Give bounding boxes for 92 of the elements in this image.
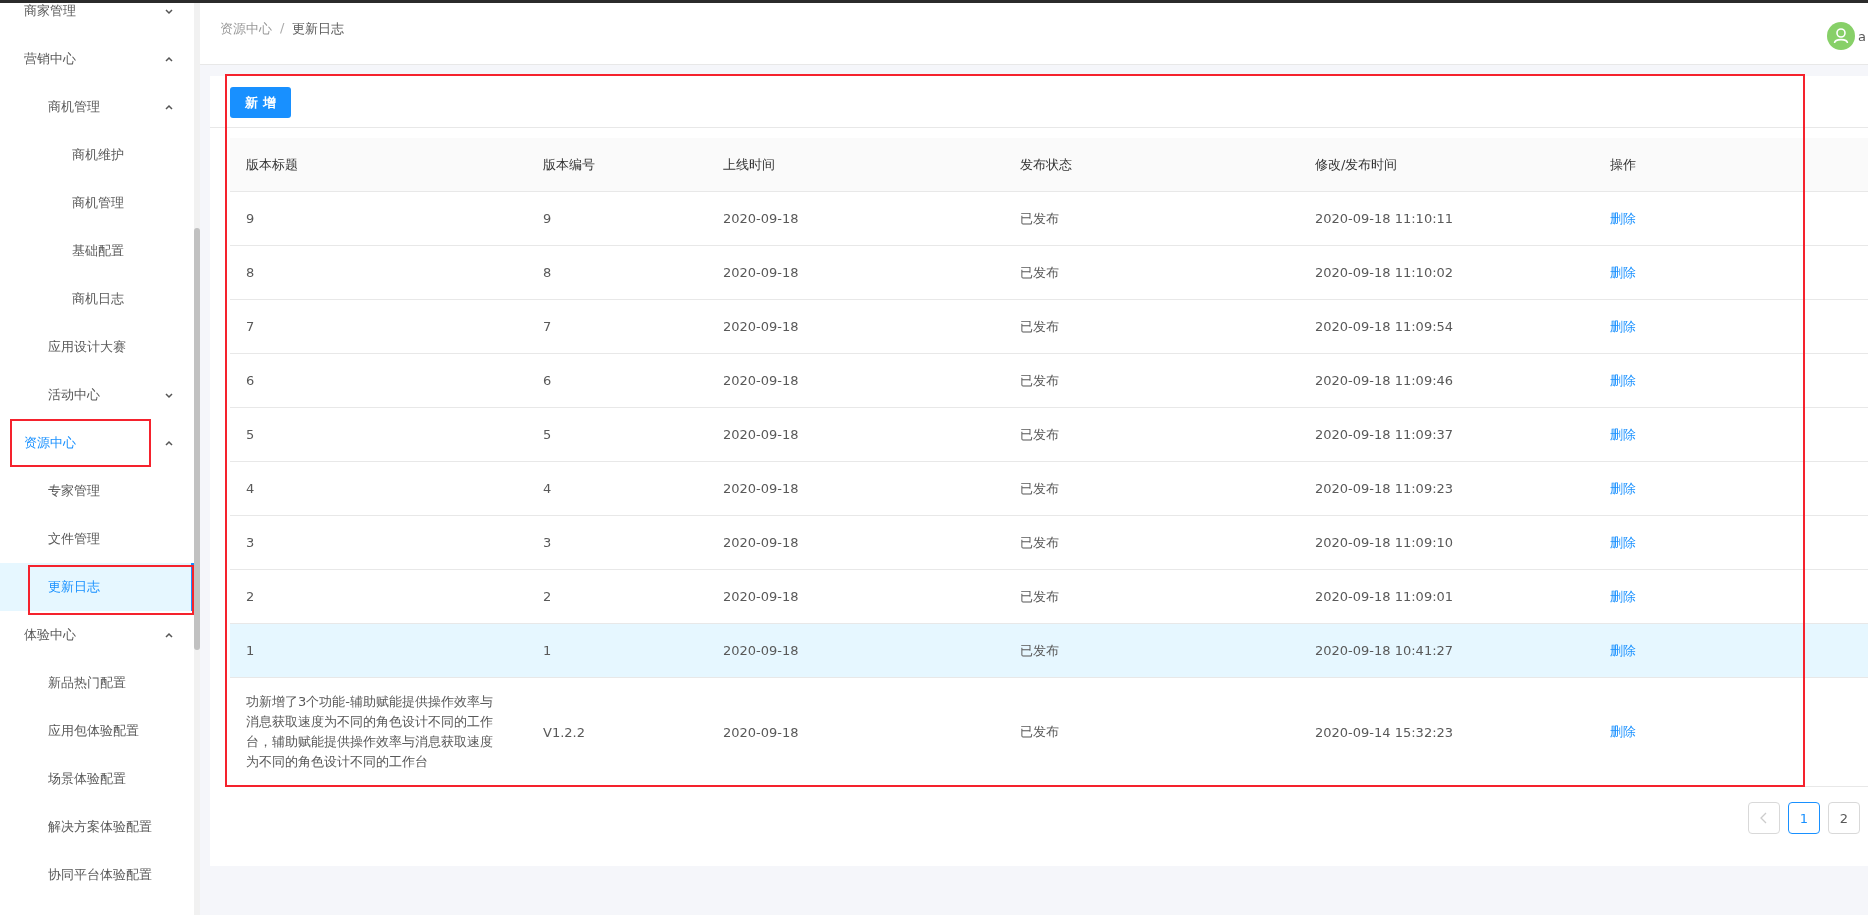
table-row[interactable]: 4 4 2020-09-18 已发布 2020-09-18 11:09:23 删除 <box>230 461 1868 516</box>
table-cell: 2020-09-18 11:09:10 <box>1315 535 1454 550</box>
column-header: 发布状态 <box>1004 138 1299 192</box>
scrollbar[interactable] <box>194 3 200 915</box>
table-cell: 2020-09-18 <box>723 211 799 226</box>
table-cell-text: 6 <box>246 371 256 390</box>
breadcrumb-item: 更新日志 <box>292 20 345 38</box>
table-cell: 6 <box>543 373 552 388</box>
table-cell: V1.2.2 <box>543 724 585 740</box>
sidebar-item[interactable]: 体验中心 <box>0 611 194 659</box>
table-cell: 9 <box>543 211 552 226</box>
table-cell-text: 8 <box>246 263 256 282</box>
table-row[interactable]: 6 6 2020-09-18 已发布 2020-09-18 11:09:46 删除 <box>230 353 1868 408</box>
table-cell: 2020-09-18 <box>723 427 799 442</box>
sidebar-item[interactable]: 营销中心 <box>0 35 194 83</box>
table-cell: 1 <box>543 643 552 658</box>
table-cell: 2020-09-18 11:09:23 <box>1315 481 1454 496</box>
table-cell: 8 <box>543 265 552 280</box>
sidebar-item[interactable]: 商机管理 <box>0 179 194 227</box>
table-cell: 已发布 <box>1020 588 1059 604</box>
table-cell: 2 <box>543 589 552 604</box>
table-cell-text: 5 <box>246 425 256 444</box>
table-cell: 已发布 <box>1020 480 1059 496</box>
table-row[interactable]: 8 8 2020-09-18 已发布 2020-09-18 11:10:02 删除 <box>230 245 1868 300</box>
table-cell: 已发布 <box>1020 426 1059 442</box>
sidebar-item[interactable]: 基础配置 <box>0 227 194 275</box>
table-cell-text: 功新增了3个功能-辅助赋能提供操作效率与消息获取速度为不同的角色设计不同的工作台，辅助赋能提供操作效率与消息获取速度为不同的角色设计不同的工作台 <box>246 693 494 771</box>
sidebar-item[interactable]: 应用设计大赛 <box>0 323 194 371</box>
table-cell-text: 2 <box>246 587 256 606</box>
table-cell: 已发布 <box>1020 318 1059 334</box>
table-cell: 2020-09-18 <box>723 481 799 496</box>
table-cell-text: 3 <box>246 533 256 552</box>
table-cell-text: 4 <box>246 479 256 498</box>
sidebar-item[interactable]: 协同平台体验配置 <box>0 851 194 899</box>
column-header: 操作 <box>1594 138 1868 192</box>
sidebar-item[interactable]: 商家管理 <box>0 3 194 35</box>
sidebar-item[interactable]: 新品热门配置 <box>0 659 194 707</box>
column-header: 版本编号 <box>527 138 707 192</box>
sidebar-item[interactable]: 场景体验配置 <box>0 755 194 803</box>
breadcrumb-separator: / <box>280 20 285 37</box>
sidebar-item[interactable]: 解决方案体验配置 <box>0 803 194 851</box>
table-cell: 2020-09-18 11:10:02 <box>1315 265 1454 280</box>
sidebar-item[interactable]: 商机维护 <box>0 131 194 179</box>
table-cell: 4 <box>543 481 552 496</box>
table-cell: 已发布 <box>1020 264 1059 280</box>
table-row[interactable]: 2 2 2020-09-18 已发布 2020-09-18 11:09:01 删除 <box>230 569 1868 624</box>
sidebar-item[interactable]: 活动中心 <box>0 371 194 419</box>
table-cell: 已发布 <box>1020 724 1059 739</box>
sidebar-item[interactable]: 商机管理 <box>0 83 194 131</box>
table-row[interactable]: 1 1 2020-09-18 已发布 2020-09-18 10:41:27 删除 <box>230 623 1868 678</box>
table-cell: 已发布 <box>1020 210 1059 226</box>
table-row[interactable]: 5 5 2020-09-18 已发布 2020-09-18 11:09:37 删除 <box>230 407 1868 462</box>
column-header: 版本标题 <box>230 138 527 192</box>
column-header: 修改/发布时间 <box>1299 138 1594 192</box>
sidebar-item[interactable]: 文件管理 <box>0 515 194 563</box>
table-cell: 5 <box>543 427 552 442</box>
table-row[interactable]: 功新增了3个功能-辅助赋能提供操作效率与消息获取速度为不同的角色设计不同的工作台，辅助赋能提供操作效率与消息获取速度为不同的角色设计不同的工作台 V1.2.2 2020-09-18 已发布 2020-09-14 15:32:23 删除 <box>230 677 1868 787</box>
table-cell-text: 9 <box>246 209 256 228</box>
sidebar-item[interactable]: 应用包体验配置 <box>0 707 194 755</box>
table-cell: 2020-09-18 <box>723 535 799 550</box>
table-cell-text: 1 <box>246 641 256 660</box>
table-cell: 2020-09-18 <box>723 373 799 388</box>
table-row[interactable]: 9 9 2020-09-18 已发布 2020-09-18 11:10:11 删除 <box>230 191 1868 246</box>
column-header: 上线时间 <box>707 138 1004 192</box>
avatar-icon[interactable] <box>1827 22 1856 50</box>
table-cell: 2020-09-18 <box>723 724 799 740</box>
table-cell: 3 <box>543 535 552 550</box>
table-cell: 已发布 <box>1020 534 1059 550</box>
user-name[interactable]: a <box>1858 28 1866 44</box>
table-cell: 2020-09-18 <box>723 265 799 280</box>
table-cell: 2020-09-14 15:32:23 <box>1315 724 1454 740</box>
table-cell-text: 7 <box>246 317 256 336</box>
scrollbar-thumb[interactable] <box>194 228 200 650</box>
table-cell: 已发布 <box>1020 372 1059 388</box>
table-cell: 7 <box>543 319 552 334</box>
table-cell: 2020-09-18 11:09:37 <box>1315 427 1454 442</box>
chevron-left-icon <box>1759 812 1769 824</box>
table-cell: 已发布 <box>1020 642 1059 658</box>
table-cell: 2020-09-18 10:41:27 <box>1315 643 1454 658</box>
table-cell: 2020-09-18 <box>723 589 799 604</box>
table-cell: 2020-09-18 <box>723 319 799 334</box>
sidebar-item[interactable]: 商机日志 <box>0 275 194 323</box>
sidebar-item[interactable]: 专家管理 <box>0 467 194 515</box>
table-cell: 2020-09-18 11:09:01 <box>1315 589 1454 604</box>
table-cell: 2020-09-18 11:09:46 <box>1315 373 1454 388</box>
table-row[interactable]: 3 3 2020-09-18 已发布 2020-09-18 11:09:10 删除 <box>230 515 1868 570</box>
page-button[interactable]: 2 <box>1828 802 1860 834</box>
table-cell: 2020-09-18 11:10:11 <box>1315 211 1454 226</box>
table-row[interactable]: 7 7 2020-09-18 已发布 2020-09-18 11:09:54 删除 <box>230 299 1868 354</box>
table-cell: 2020-09-18 <box>723 643 799 658</box>
table-cell: 2020-09-18 11:09:54 <box>1315 319 1454 334</box>
previous-page-button[interactable] <box>1748 802 1780 834</box>
